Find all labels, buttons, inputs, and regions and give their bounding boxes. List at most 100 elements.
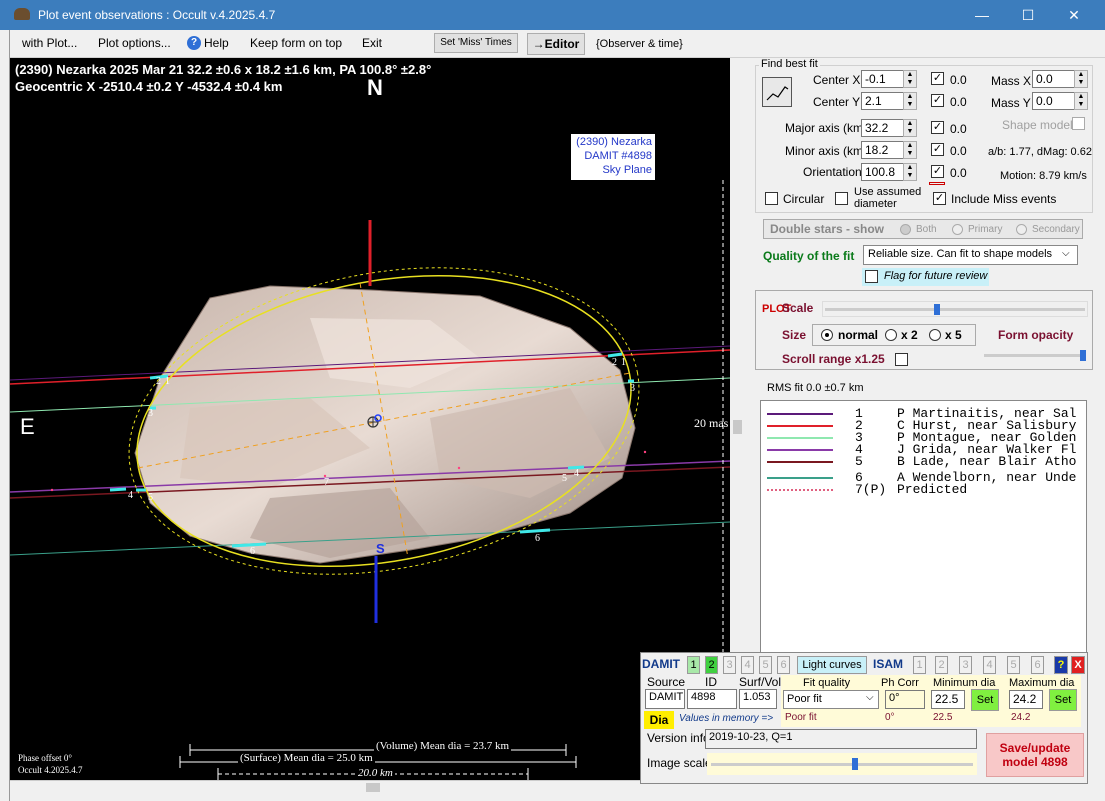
fix-major-checkbox[interactable]: ✓ xyxy=(931,121,944,134)
x5-radio[interactable] xyxy=(929,329,941,341)
app-icon xyxy=(14,8,30,20)
isam-model-2[interactable]: 2 xyxy=(935,656,948,674)
ph-corr-field[interactable]: 0° xyxy=(885,690,925,709)
slider-thumb[interactable] xyxy=(934,304,941,315)
best-fit-button[interactable] xyxy=(762,77,792,107)
plot-side-label: PLOT xyxy=(762,303,792,315)
close-button[interactable]: ✕ xyxy=(1051,0,1097,30)
damit-model-6[interactable]: 6 xyxy=(777,656,790,674)
minor-axis-spinner[interactable]: ▲ ▼ xyxy=(903,141,917,159)
slider-thumb[interactable] xyxy=(1080,350,1086,361)
secondary-radio[interactable] xyxy=(1016,224,1027,235)
circular-checkbox[interactable] xyxy=(765,192,778,205)
mass-y-spinner[interactable]: ▲ ▼ xyxy=(1074,92,1088,110)
scroll-thumb[interactable] xyxy=(366,783,380,792)
dia-button[interactable]: Dia xyxy=(644,711,674,729)
image-scale-label: Image scale xyxy=(647,756,712,770)
legend-row[interactable]: 5 B Lade, near Blair Atho xyxy=(761,454,1086,469)
close-panel-button[interactable]: X xyxy=(1071,656,1085,674)
legend-swatch xyxy=(767,461,833,463)
x2-radio[interactable] xyxy=(885,329,897,341)
major-axis-input[interactable]: 32.2 xyxy=(861,119,904,137)
chord-label: 4 xyxy=(574,468,579,479)
menu-keep-on-top[interactable]: Keep form on top xyxy=(250,36,342,50)
ellipse-color-swatch[interactable] xyxy=(929,182,945,185)
image-scale-slider[interactable] xyxy=(707,753,977,775)
slider-thumb[interactable] xyxy=(851,758,858,770)
center-y-spinner[interactable]: ▲ ▼ xyxy=(903,92,917,110)
save-update-model-button[interactable]: Save/update model 4898 xyxy=(986,733,1084,777)
menu-plot-options[interactable]: Plot options... xyxy=(98,36,171,50)
damit-label: DAMIT xyxy=(642,657,680,671)
damit-model-3[interactable]: 3 xyxy=(723,656,736,674)
shape-model-checkbox[interactable] xyxy=(1072,117,1085,130)
quality-dropdown[interactable]: Reliable size. Can fit to shape models ⌵ xyxy=(863,245,1078,265)
flag-review-checkbox[interactable] xyxy=(865,270,878,283)
normal-radio[interactable] xyxy=(821,329,833,341)
orientation-input[interactable]: 100.8 xyxy=(861,163,904,181)
primary-radio[interactable] xyxy=(952,224,963,235)
editor-button[interactable]: →Editor xyxy=(527,33,585,55)
legend-row[interactable]: 7(P) Predicted xyxy=(761,483,1086,496)
scroll-range-checkbox[interactable] xyxy=(895,353,908,366)
help-button[interactable]: ? xyxy=(1054,656,1068,674)
orientation-spinner[interactable]: ▲ ▼ xyxy=(903,163,917,181)
opacity-slider[interactable] xyxy=(982,347,1090,365)
plot-canvas[interactable]: (2390) Nezarka 2025 Mar 21 32.2 ±0.6 x 1… xyxy=(10,58,730,780)
both-radio[interactable] xyxy=(900,224,911,235)
chord-label: 2 xyxy=(612,357,617,368)
light-curves-button[interactable]: Light curves xyxy=(797,656,867,674)
mass-y-input[interactable]: 0.0 xyxy=(1032,92,1075,110)
center-x-input[interactable]: -0.1 xyxy=(861,70,904,88)
set-miss-times-button[interactable]: Set 'Miss' Times xyxy=(434,33,518,53)
damit-model-1[interactable]: 1 xyxy=(687,656,700,674)
isam-model-4[interactable]: 4 xyxy=(983,656,996,674)
slider-track xyxy=(984,354,1086,357)
memory-min-dia: 22.5 xyxy=(933,712,953,723)
damit-model-5[interactable]: 5 xyxy=(759,656,772,674)
maximize-button[interactable]: ☐ xyxy=(1005,0,1051,30)
menu-exit[interactable]: Exit xyxy=(362,36,382,50)
east-label: E xyxy=(20,414,35,439)
isam-model-1[interactable]: 1 xyxy=(913,656,926,674)
legend-swatch xyxy=(767,413,833,415)
major-axis-spinner[interactable]: ▲ ▼ xyxy=(903,119,917,137)
fix-minor-checkbox[interactable]: ✓ xyxy=(931,143,944,156)
max-dia-field[interactable]: 24.2 xyxy=(1009,690,1043,709)
use-assumed-checkbox[interactable] xyxy=(835,192,848,205)
center-x-spinner[interactable]: ▲ ▼ xyxy=(903,70,917,88)
include-miss-checkbox[interactable]: ✓ xyxy=(933,192,946,205)
isam-model-3[interactable]: 3 xyxy=(959,656,972,674)
scale-slider[interactable] xyxy=(822,301,1088,317)
legend-swatch xyxy=(767,425,833,427)
legend-swatch xyxy=(767,477,833,479)
mass-x-input[interactable]: 0.0 xyxy=(1032,70,1075,88)
ph-corr-header: Ph Corr xyxy=(881,677,919,689)
damit-model-2[interactable]: 2 xyxy=(705,656,718,674)
help-icon[interactable]: ? xyxy=(187,36,201,50)
set-max-button[interactable]: Set xyxy=(1049,689,1077,711)
fix-orientation-checkbox[interactable]: ✓ xyxy=(931,165,944,178)
mass-x-spinner[interactable]: ▲ ▼ xyxy=(1074,70,1088,88)
min-dia-field[interactable]: 22.5 xyxy=(931,690,965,709)
legend-text: B Lade, near Blair Atho xyxy=(897,454,1077,469)
minimize-button[interactable]: — xyxy=(959,0,1005,30)
center-y-input[interactable]: 2.1 xyxy=(861,92,904,110)
menu-with-plot[interactable]: with Plot... xyxy=(22,36,77,50)
observer-time-label[interactable]: {Observer & time} xyxy=(596,38,683,50)
menu-help[interactable]: Help xyxy=(204,36,229,50)
plot-horizontal-scrollbar[interactable] xyxy=(10,780,730,794)
damit-model-4[interactable]: 4 xyxy=(741,656,754,674)
fix-center-x-checkbox[interactable]: ✓ xyxy=(931,72,944,85)
chord-label: 6 xyxy=(535,533,540,544)
fit-quality-dropdown[interactable]: Poor fit ⌵ xyxy=(783,690,879,709)
surfvol-header: Surf/Vol xyxy=(739,675,782,689)
scroll-thumb[interactable] xyxy=(733,420,742,434)
set-min-button[interactable]: Set xyxy=(971,689,999,711)
fix-center-y-checkbox[interactable]: ✓ xyxy=(931,94,944,107)
isam-model-6[interactable]: 6 xyxy=(1031,656,1044,674)
isam-model-5[interactable]: 5 xyxy=(1007,656,1020,674)
double-stars-group: Double stars - show Both Primary Seconda… xyxy=(763,219,1083,239)
minor-axis-input[interactable]: 18.2 xyxy=(861,141,904,159)
chord-label: 7 xyxy=(324,477,329,488)
